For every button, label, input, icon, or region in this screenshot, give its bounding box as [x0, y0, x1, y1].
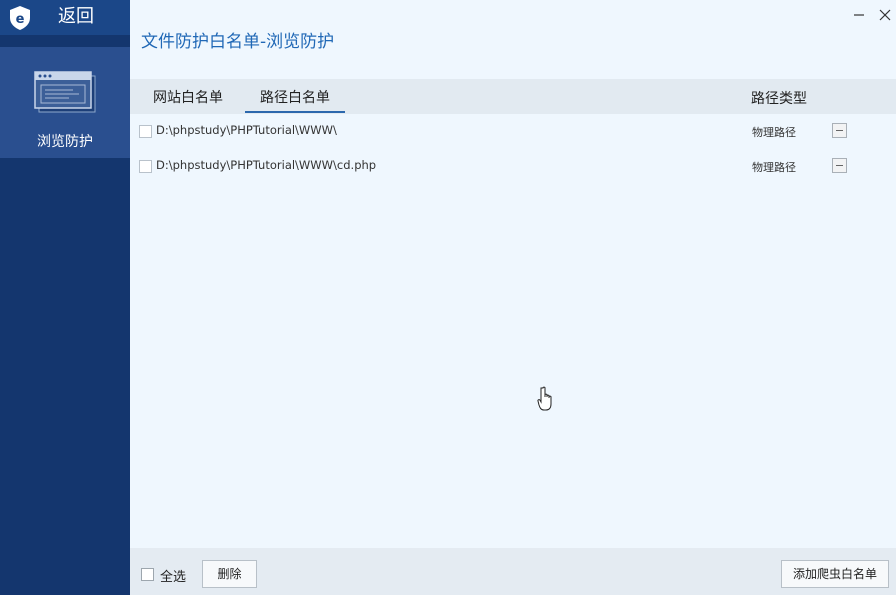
- footer-bar: 全选 删除 添加爬虫白名单: [130, 548, 896, 595]
- back-bar[interactable]: e 返回: [0, 0, 130, 35]
- minimize-icon[interactable]: [852, 8, 866, 22]
- svg-text:e: e: [16, 12, 25, 27]
- page-title: 文件防护白名单-浏览防护: [141, 32, 335, 52]
- sidebar-item-browse-protection[interactable]: 浏览防护: [0, 47, 130, 158]
- tab-website-whitelist[interactable]: 网站白名单: [153, 87, 223, 107]
- row-path-type: 物理路径: [752, 126, 796, 139]
- row-path-type: 物理路径: [752, 161, 796, 174]
- row-checkbox[interactable]: [139, 160, 152, 173]
- table-row: D:\phpstudy\PHPTutorial\WWW\cd.php 物理路径: [130, 154, 896, 178]
- active-tab-indicator: [245, 111, 345, 113]
- row-checkbox[interactable]: [139, 125, 152, 138]
- close-icon[interactable]: [878, 8, 892, 22]
- sidebar-item-label: 浏览防护: [37, 134, 93, 150]
- add-crawler-whitelist-button[interactable]: 添加爬虫白名单: [781, 560, 889, 588]
- main-panel: 文件防护白名单-浏览防护 网站白名单 路径白名单 路径类型 D:\phpstud…: [130, 0, 896, 595]
- browser-window-icon: [34, 71, 96, 113]
- column-header-path-type: 路径类型: [751, 91, 807, 107]
- back-label[interactable]: 返回: [58, 5, 94, 29]
- delete-button[interactable]: 删除: [202, 560, 257, 588]
- row-remove-button[interactable]: [832, 123, 847, 138]
- select-all-label[interactable]: 全选: [160, 566, 186, 585]
- row-path: D:\phpstudy\PHPTutorial\WWW\cd.php: [156, 158, 377, 172]
- tab-bar: 网站白名单 路径白名单 路径类型: [130, 79, 896, 114]
- select-all-checkbox[interactable]: [141, 568, 154, 581]
- table-row: D:\phpstudy\PHPTutorial\WWW\ 物理路径: [130, 119, 896, 143]
- shield-logo-icon: e: [10, 6, 30, 30]
- hand-cursor-icon: [537, 386, 552, 411]
- row-path: D:\phpstudy\PHPTutorial\WWW\: [156, 123, 337, 137]
- sidebar: e 返回 浏览防护: [0, 0, 130, 595]
- tab-path-whitelist[interactable]: 路径白名单: [260, 87, 330, 107]
- row-remove-button[interactable]: [832, 158, 847, 173]
